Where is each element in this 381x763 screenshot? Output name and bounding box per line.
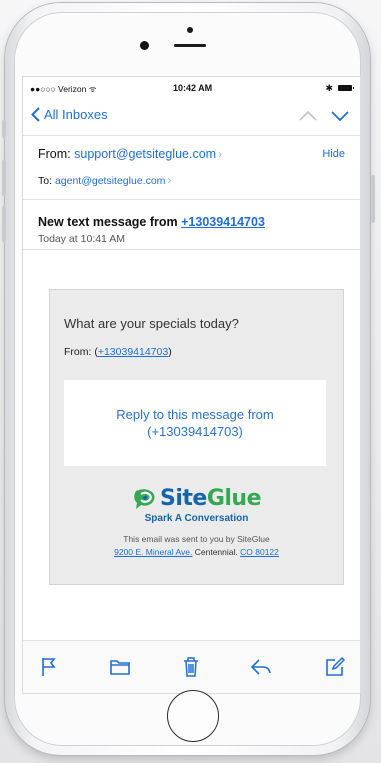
to-address[interactable]: agent@getsiteglue.com [55, 175, 165, 187]
logo-wordmark: SiteGlue [159, 486, 262, 511]
hide-button[interactable]: Hide [322, 148, 345, 160]
siteglue-logo: SiteGlue Spark A Conversation [50, 486, 343, 524]
back-button[interactable]: All Inboxes [31, 107, 108, 122]
chevron-down-icon[interactable] [330, 109, 350, 123]
reply-icon[interactable] [249, 655, 273, 679]
chevron-right-icon: › [167, 173, 172, 187]
footer-state-link[interactable]: CO 80122 [240, 547, 279, 557]
message-card: What are your specials today? From: (+13… [49, 289, 344, 585]
status-bar: ●●○○○ Verizon ᯤ 10:42 AM ✱ [23, 77, 360, 99]
battery-icon [338, 85, 354, 91]
carrier-signal: ●●○○○ Verizon ᯤ [30, 84, 97, 94]
chevron-up-icon[interactable] [298, 109, 318, 123]
chevron-right-icon: › [218, 147, 223, 161]
mute-switch [2, 120, 6, 138]
reply-link[interactable]: Reply to this message from (+13039414703… [85, 406, 305, 440]
home-button[interactable] [167, 690, 219, 742]
front-camera [187, 27, 193, 33]
mail-nav-bar: All Inboxes [23, 99, 360, 136]
logo-row: SiteGlue [132, 486, 262, 511]
logo-word-glue: Glue [206, 486, 262, 511]
message-question: What are your specials today? [64, 316, 239, 331]
power-button [371, 175, 375, 223]
message-from-phone-link[interactable]: +13039414703 [98, 346, 168, 358]
volume-up-button [2, 160, 6, 196]
message-from: From: (+13039414703) [64, 346, 172, 358]
from-row: From: support@getsiteglue.com › [38, 147, 222, 161]
message-header: From: support@getsiteglue.com › Hide To: … [23, 135, 360, 200]
mail-toolbar [23, 640, 360, 693]
subject-phone-link[interactable]: +13039414703 [181, 215, 265, 229]
chevron-left-icon [31, 107, 40, 122]
from-address[interactable]: support@getsiteglue.com [74, 147, 216, 161]
logo-word-site: Site [159, 486, 207, 511]
flag-icon[interactable] [37, 655, 61, 679]
message-from-close: ) [168, 346, 172, 358]
earpiece-speaker [174, 44, 206, 47]
footer-address: 9200 E. Mineral Ave. Centennial. CO 8012… [50, 547, 343, 557]
footer-street-link[interactable]: 9200 E. Mineral Ave. [114, 547, 192, 557]
subject-line: New text message from +13039414703 [38, 215, 265, 229]
bluetooth-icon: ✱ [325, 83, 333, 93]
reply-box[interactable]: Reply to this message from (+13039414703… [64, 380, 326, 466]
compose-icon[interactable] [323, 655, 347, 679]
logo-tagline: Spark A Conversation [144, 512, 249, 524]
speech-bubble-icon [134, 488, 155, 509]
subject-prefix: New text message from [38, 215, 178, 229]
volume-down-button [2, 206, 6, 242]
message-from-label: From: ( [64, 346, 98, 358]
subject-block: New text message from +13039414703 Today… [23, 199, 360, 250]
to-row: To: agent@getsiteglue.com › [38, 173, 171, 187]
footer-sent-by: This email was sent to you by SiteGlue [123, 534, 270, 544]
phone-screen: ●●○○○ Verizon ᯤ 10:42 AM ✱ All Inboxes F… [22, 76, 361, 694]
message-date: Today at 10:41 AM [38, 233, 125, 245]
to-label: To: [38, 175, 53, 187]
status-time: 10:42 AM [173, 83, 213, 93]
from-label: From: [38, 147, 71, 161]
footer-city: Centennial. [192, 547, 241, 557]
folder-icon[interactable] [108, 655, 132, 679]
trash-icon[interactable] [179, 655, 203, 679]
proximity-sensor [140, 41, 149, 50]
back-label: All Inboxes [44, 107, 108, 122]
